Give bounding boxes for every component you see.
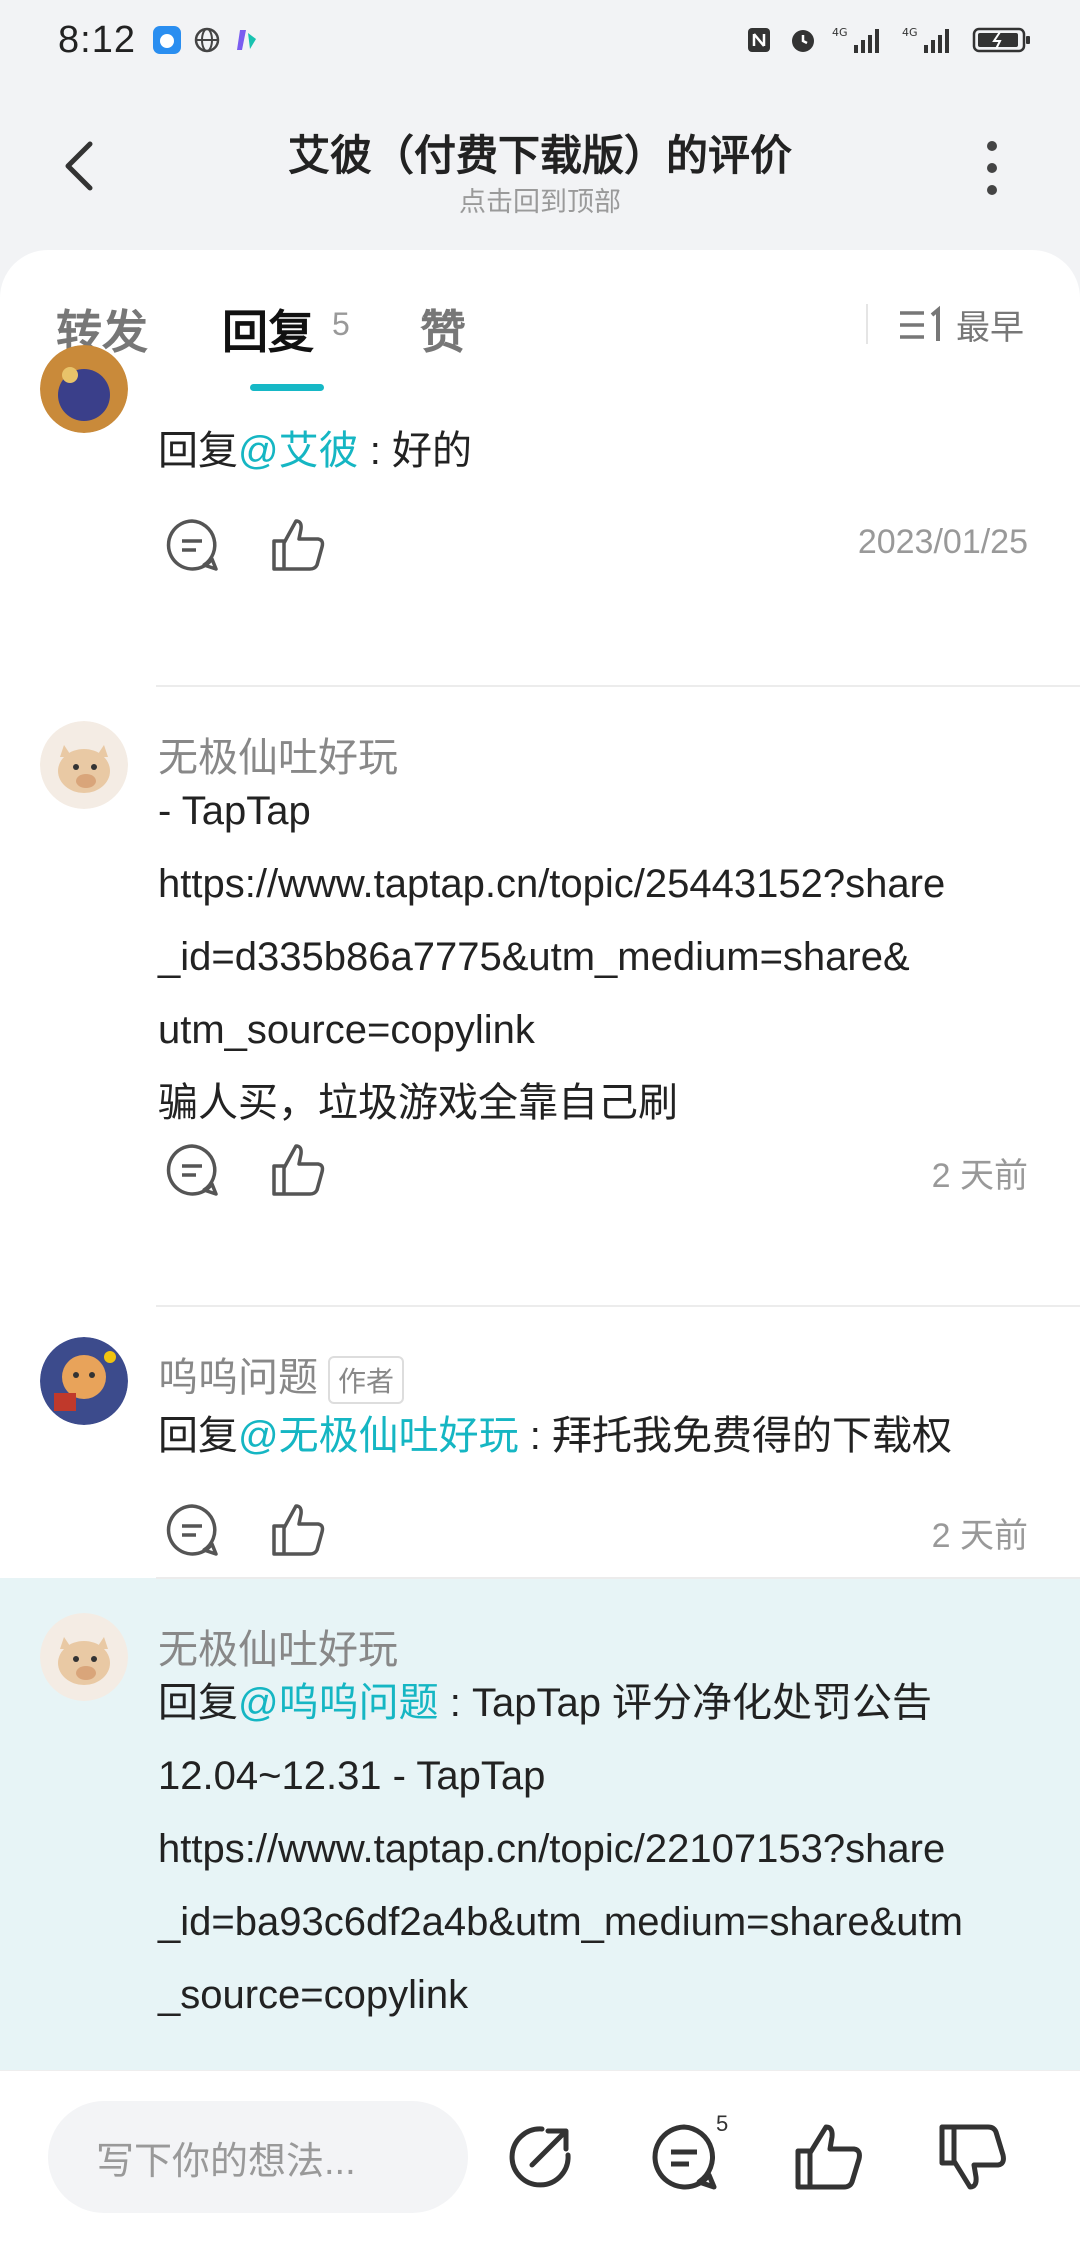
svg-text:4G: 4G	[902, 26, 918, 39]
url-link[interactable]: https://www.taptap.cn/topic/22107153?sha…	[158, 1813, 1038, 1886]
sort-icon	[900, 305, 940, 341]
reply-text: 回复@艾彼 : 好的	[158, 429, 472, 473]
share-icon[interactable]	[502, 2119, 578, 2195]
username[interactable]: 呜呜问题 作者	[158, 1345, 405, 1405]
app-notification-icon	[236, 30, 256, 50]
divider	[156, 1305, 1080, 1307]
reply-count: 5	[332, 306, 350, 342]
sort-button[interactable]: 最早	[898, 300, 1024, 349]
signal-4g-icon: 4G	[832, 26, 879, 53]
comment-count-badge: 5	[716, 2111, 729, 2136]
avatar[interactable]	[40, 1613, 128, 1701]
bottom-action-bar: 写下你的想法... 5	[0, 2070, 1080, 2244]
comment-icon[interactable]	[162, 1140, 222, 1200]
reply-text: 回复@无极仙吐好玩 : 拜托我免费得的下载权	[158, 1414, 952, 1458]
dislike-icon[interactable]	[934, 2119, 1010, 2195]
reply-panel: 转发 回复 5 赞 最早 回复@艾彼 : 好的 2023/01/25 无极仙吐好	[0, 250, 1080, 2070]
like-icon[interactable]	[268, 1140, 328, 1200]
tab-divider	[866, 304, 868, 344]
comment-icon[interactable]	[162, 515, 222, 575]
mention-link[interactable]: @无极仙吐好玩	[238, 1414, 519, 1458]
url-link[interactable]: https://www.taptap.cn/topic/25443152?sha…	[158, 848, 1038, 921]
reply-actions: 2 天前	[158, 1140, 1028, 1210]
mention-link[interactable]: @呜呜问题	[238, 1681, 439, 1725]
reply-time: 2 天前	[931, 1157, 1028, 1195]
tab-reply[interactable]: 回复	[222, 296, 314, 362]
globe-icon	[194, 27, 220, 53]
reply-actions: 2023/01/25	[158, 515, 1028, 585]
like-icon[interactable]	[268, 1500, 328, 1560]
signal-4g-icon-2: 4G	[902, 26, 949, 53]
mention-link[interactable]: @艾彼	[238, 429, 359, 473]
weather-app-icon	[152, 26, 181, 54]
page-title: 艾彼（付费下载版）的评价	[287, 132, 792, 179]
status-bar: 8:12 4G 4G	[0, 0, 1080, 80]
comment-input[interactable]: 写下你的想法...	[48, 2101, 468, 2213]
reply-actions: 2 天前	[158, 1500, 1028, 1570]
avatar[interactable]	[40, 345, 128, 433]
like-icon[interactable]	[268, 515, 328, 575]
active-tab-indicator	[250, 384, 324, 391]
more-options-icon[interactable]	[980, 140, 1004, 196]
avatar[interactable]	[40, 1337, 128, 1425]
alarm-icon	[792, 30, 814, 52]
sort-label: 最早	[956, 309, 1024, 347]
author-badge: 作者	[328, 1356, 405, 1405]
divider	[156, 685, 1080, 687]
comment-icon[interactable]	[162, 1500, 222, 1560]
divider	[156, 1577, 1080, 1579]
like-icon[interactable]	[790, 2119, 866, 2195]
back-to-top-hint[interactable]: 点击回到顶部	[0, 180, 1080, 219]
comment-icon[interactable]	[646, 2119, 722, 2195]
tab-like[interactable]: 赞	[420, 296, 466, 362]
battery-charging-icon	[972, 27, 1030, 53]
avatar[interactable]	[40, 721, 128, 809]
reply-time: 2023/01/25	[857, 523, 1028, 561]
reply-text: 回复@呜呜问题 : TapTap 评分净化处罚公告 12.04~12.31 - …	[158, 1667, 1038, 2032]
reply-text: - TapTap https://www.taptap.cn/topic/254…	[158, 775, 1038, 1140]
tab-bar: 转发 回复 5 赞 最早	[0, 250, 1080, 395]
header: 艾彼（付费下载版）的评价 点击回到顶部	[0, 80, 1080, 250]
svg-text:4G: 4G	[832, 26, 848, 39]
nfc-icon	[748, 28, 770, 52]
status-time: 8:12	[58, 18, 136, 61]
reply-time: 2 天前	[931, 1517, 1028, 1555]
